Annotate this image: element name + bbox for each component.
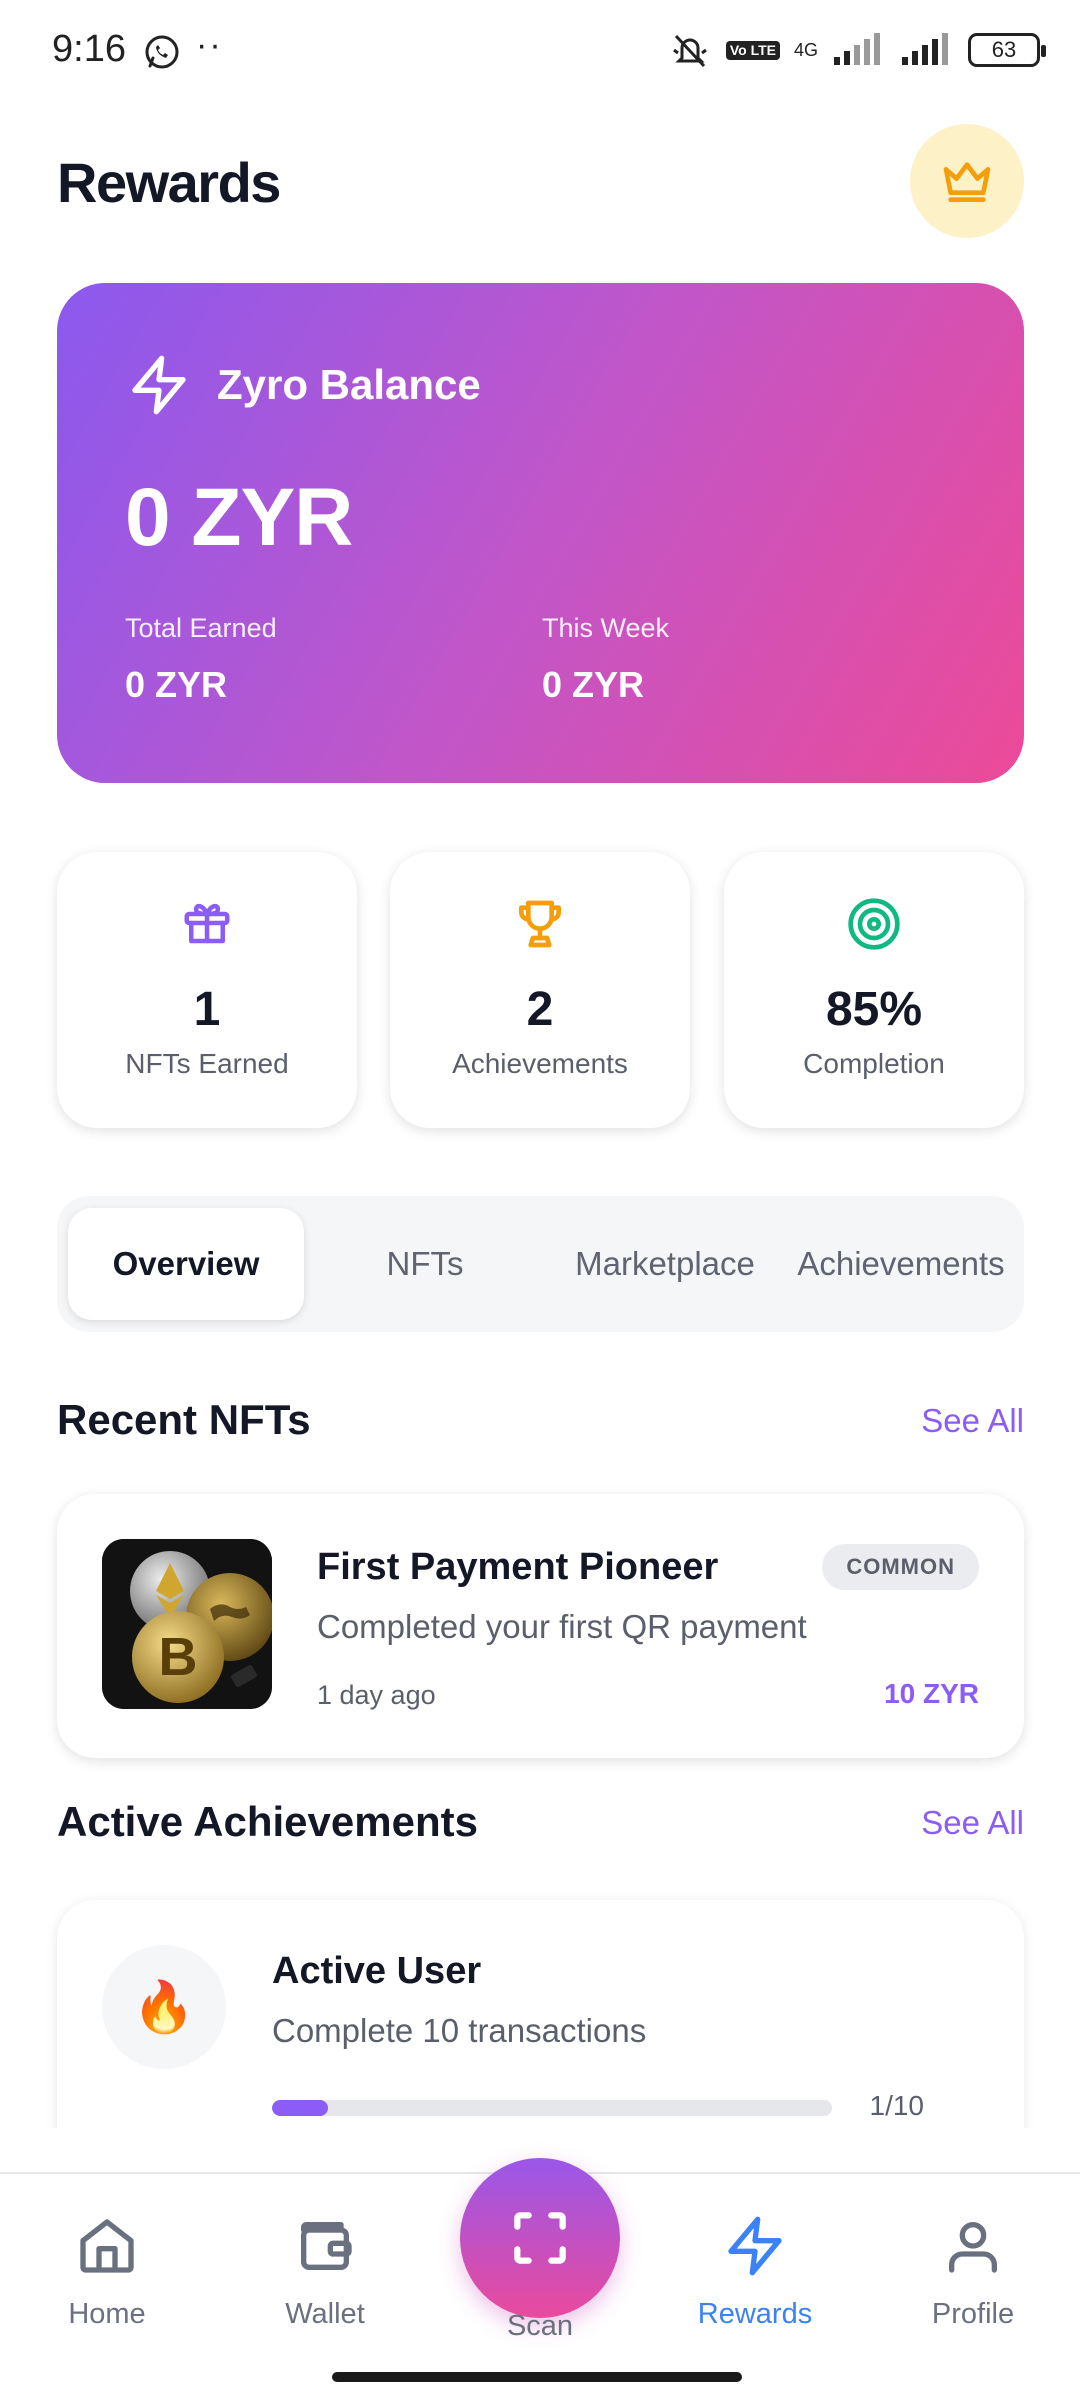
nft-reward: 10 ZYR [884,1678,979,1709]
balance-title: Zyro Balance [217,361,481,408]
achievement-progress-fill [272,2100,328,2116]
crypto-coins-image: B [102,1539,272,1709]
nav-label: Rewards [697,2298,813,2330]
total-earned: Total Earned 0 ZYR [125,613,277,706]
total-earned-label: Total Earned [125,613,277,643]
balance-card: Zyro Balance 0 ZYR Total Earned 0 ZYR Th… [57,283,1024,783]
network-type: 4G [793,39,818,60]
nav-rewards[interactable]: Rewards [675,2210,835,2331]
nav-home[interactable]: Home [27,2210,187,2331]
nav-profile[interactable]: Profile [893,2210,1053,2331]
stat-value: 1 [193,983,221,1036]
page-title: Rewards [57,151,281,214]
user-icon [949,2222,997,2273]
bottom-nav: Home Wallet Scan Rewards Profile [0,2158,1080,2400]
nft-timestamp: 1 day ago [317,1680,436,1710]
nav-label: Wallet [285,2298,365,2330]
scan-button[interactable] [460,2158,620,2318]
premium-button[interactable] [910,124,1024,238]
lightning-icon [132,355,186,415]
gift-icon [184,903,230,944]
tab-overview[interactable]: Overview [68,1208,304,1320]
stat-card-nfts[interactable]: 1 NFTs Earned [57,852,357,1128]
signal-icon-2 [902,33,948,65]
mute-icon [672,34,707,68]
achievement-card[interactable]: 🔥 Active User Complete 10 transactions 1… [57,1900,1024,2128]
achievement-title: Active User [272,1950,482,1992]
battery-icon: 63 [968,33,1046,67]
scan-icon [514,2212,566,2264]
nav-label: Profile [931,2298,1015,2330]
achievement-description: Complete 10 transactions [272,2012,647,2049]
svg-text:B: B [159,1627,198,1687]
stat-label: NFTs Earned [125,1048,289,1079]
volte-badge: Vo LTE [725,40,780,60]
active-achievements-title: Active Achievements [57,1798,478,1845]
nav-scan[interactable]: Scan [460,2310,620,2343]
fire-icon: 🔥 [102,1945,226,2069]
rewards-tabs: Overview NFTs Marketplace Achievements [57,1196,1024,1332]
nav-label: Scan [506,2310,574,2342]
nft-card[interactable]: B First Payment Pioneer COMMON Completed… [57,1494,1024,1758]
stat-value: 2 [526,983,554,1036]
notification-dots: ·· [196,26,223,64]
achievements-see-all-link[interactable]: See All [921,1804,1024,1842]
whatsapp-icon [145,35,179,69]
this-week: This Week 0 ZYR [542,613,669,706]
this-week-label: This Week [542,613,670,643]
stat-value: 85% [825,983,923,1036]
nft-description: Completed your first QR payment [317,1608,807,1645]
tab-achievements[interactable]: Achievements [783,1208,1019,1320]
balance-amount: 0 ZYR [125,472,353,563]
achievements-list: 🔥 Active User Complete 10 transactions 1… [0,1880,1080,2128]
nav-label: Home [68,2298,146,2330]
stat-card-completion[interactable]: 85% Completion [724,852,1024,1128]
nft-thumbnail: B [102,1539,272,1709]
status-icons: Vo LTE 4G 63 [668,30,1046,70]
trophy-icon [519,900,561,948]
lightning-icon [728,2216,782,2276]
wallet-icon [301,2222,352,2270]
stat-card-achievements[interactable]: 2 Achievements [390,852,690,1128]
tab-nfts[interactable]: NFTs [307,1208,543,1320]
this-week-value: 0 ZYR [542,664,645,705]
recent-nfts-see-all-link[interactable]: See All [921,1402,1024,1440]
crown-icon [943,162,991,203]
home-indicator [332,2372,742,2382]
rarity-badge: COMMON [822,1544,979,1590]
target-icon [848,898,900,950]
stat-label: Achievements [452,1048,628,1079]
balance-header: Zyro Balance [127,353,481,417]
status-time: 9:16 [52,28,126,70]
home-icon [80,2219,134,2273]
stat-label: Completion [803,1048,945,1079]
achievement-count: 1/10 [869,2090,925,2121]
recent-nfts-title: Recent NFTs [57,1396,311,1443]
signal-icon [834,33,880,65]
status-bar: 9:16 ·· Vo LTE 4G 63 [0,0,1080,100]
total-earned-value: 0 ZYR [125,664,228,705]
achievement-progress-bar [272,2100,832,2116]
nav-wallet[interactable]: Wallet [245,2210,405,2331]
nft-name: First Payment Pioneer [317,1546,719,1588]
tab-marketplace[interactable]: Marketplace [547,1208,783,1320]
